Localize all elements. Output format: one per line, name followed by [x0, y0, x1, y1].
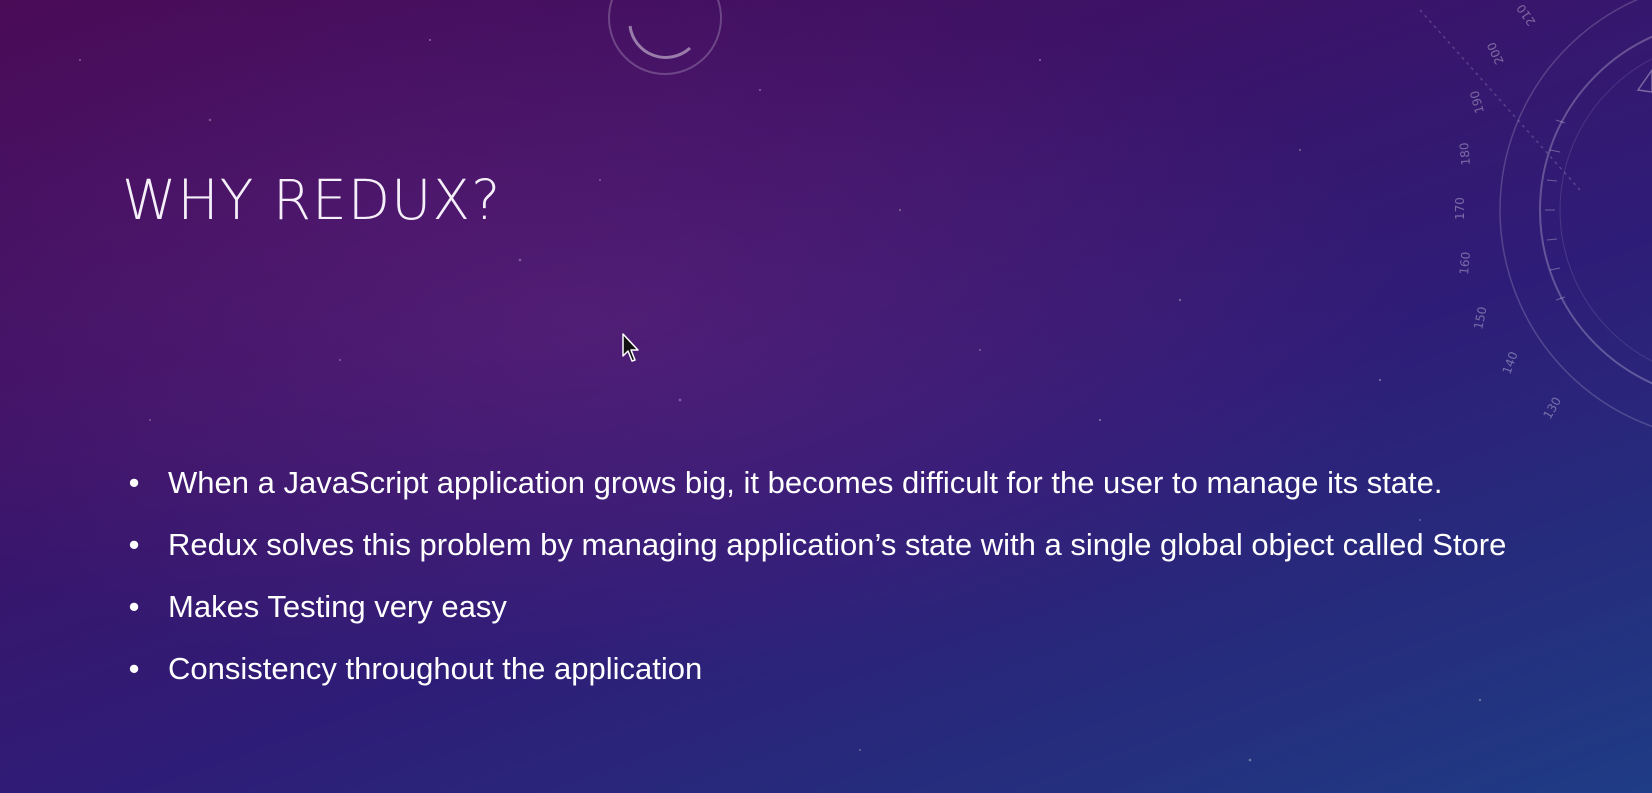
- dial-number: 160: [1457, 251, 1473, 275]
- bullet-text: When a JavaScript application grows big,…: [168, 465, 1443, 500]
- mouse-pointer-icon: [622, 333, 639, 362]
- decorative-dial: 130 140 150 160 170 180 190 200 210: [1419, 0, 1652, 428]
- bullet-item: • Consistency throughout the application: [124, 648, 1644, 689]
- dial-number: 180: [1457, 142, 1473, 166]
- bullet-dot-icon: •: [128, 527, 140, 562]
- dial-number: 190: [1467, 89, 1486, 115]
- bullet-text: Redux solves this problem by managing ap…: [168, 527, 1507, 562]
- bullet-text: Consistency throughout the application: [168, 651, 703, 686]
- bullet-text: Makes Testing very easy: [168, 589, 507, 624]
- bullet-dot-icon: •: [128, 465, 140, 500]
- bullet-list: • When a JavaScript application grows bi…: [124, 462, 1644, 710]
- decorative-arc: [608, 0, 722, 75]
- bullet-dot-icon: •: [128, 589, 140, 624]
- dial-number: 210: [1514, 2, 1539, 29]
- bullet-dot-icon: •: [128, 651, 140, 686]
- dial-number: 150: [1471, 305, 1489, 330]
- dial-number: 200: [1484, 40, 1506, 67]
- dial-number: 140: [1500, 350, 1521, 376]
- dial-number: 170: [1453, 197, 1467, 220]
- bullet-item: • Makes Testing very easy: [124, 586, 1644, 627]
- bullet-item: • Redux solves this problem by managing …: [124, 524, 1644, 565]
- dial-number: 130: [1540, 395, 1564, 422]
- bullet-item: • When a JavaScript application grows bi…: [124, 462, 1644, 503]
- slide-title: WHY REDUX?: [122, 168, 502, 232]
